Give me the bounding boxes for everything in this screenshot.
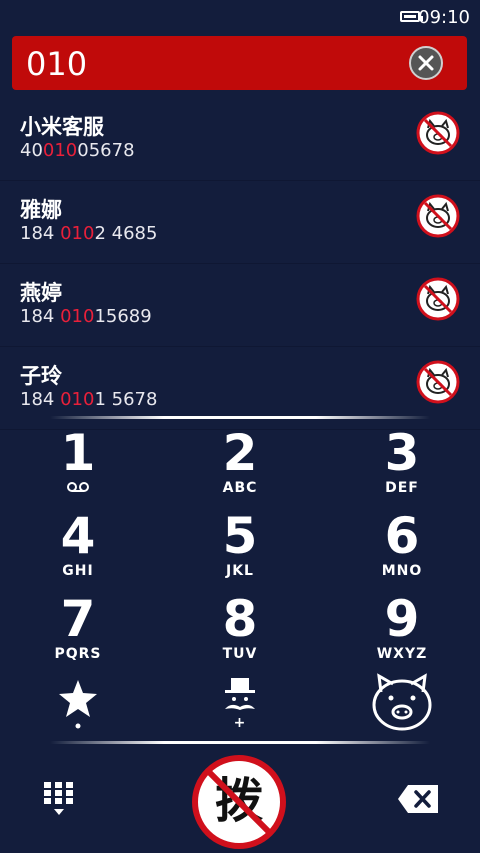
contact-number: 184 01015689: [20, 306, 152, 327]
key-4[interactable]: 4 GHI: [18, 508, 138, 588]
key-0[interactable]: +: [180, 676, 300, 756]
key-3[interactable]: 3 DEF: [342, 425, 462, 505]
prohibited-slash: [205, 768, 273, 836]
keypad-divider-bottom: [50, 741, 430, 744]
key-pound[interactable]: [342, 670, 462, 750]
key-digit: 9: [384, 590, 420, 648]
key-9[interactable]: 9 WXYZ: [342, 591, 462, 671]
dialpad-toggle-icon[interactable]: [44, 782, 74, 816]
key-letters: MNO: [381, 563, 423, 579]
key-digit: 5: [222, 507, 258, 565]
call-contact-icon[interactable]: [416, 360, 460, 404]
contact-name: 子玲: [20, 364, 62, 388]
key-1[interactable]: 1: [18, 425, 138, 505]
key-digit: 2: [222, 424, 258, 482]
key-5[interactable]: 5 JKL: [180, 508, 300, 588]
key-digit: 1: [60, 424, 96, 482]
key-letters: JKL: [226, 563, 254, 579]
key-letters: +: [233, 715, 247, 731]
keypad-divider-top: [50, 416, 430, 419]
call-contact-icon[interactable]: [416, 277, 460, 321]
battery-icon: [400, 11, 423, 22]
key-digit: 4: [60, 507, 96, 565]
contact-number: 4001005678: [20, 140, 135, 161]
key-7[interactable]: 7 PQRS: [18, 591, 138, 671]
key-letters: ABC: [222, 480, 258, 496]
key-digit: 8: [222, 590, 258, 648]
key-digit: 3: [384, 424, 420, 482]
contact-number: 184 0101 5678: [20, 389, 158, 410]
key-letters: TUV: [222, 646, 258, 662]
backspace-icon[interactable]: [398, 785, 438, 813]
dialed-number-bar[interactable]: 010: [12, 36, 467, 90]
star-icon: [59, 680, 97, 729]
key-2[interactable]: 2 ABC: [180, 425, 300, 505]
status-time: 09:10: [418, 7, 470, 28]
key-8[interactable]: 8 TUV: [180, 591, 300, 671]
contact-name: 小米客服: [20, 115, 104, 139]
key-digit: 7: [60, 590, 96, 648]
clear-button[interactable]: [409, 46, 443, 80]
contact-number: 184 0102 4685: [20, 223, 158, 244]
contact-row[interactable]: 小米客服 4001005678: [0, 98, 480, 181]
key-letters: PQRS: [54, 646, 102, 662]
call-contact-icon[interactable]: [416, 194, 460, 238]
status-bar: 09:10: [0, 0, 480, 34]
key-star[interactable]: [18, 676, 138, 756]
contact-row[interactable]: 雅娜 184 0102 4685: [0, 181, 480, 264]
close-icon: [418, 55, 434, 71]
contact-row[interactable]: 燕婷 184 01015689: [0, 264, 480, 347]
dialed-number-input[interactable]: 010: [26, 36, 87, 90]
voicemail-icon: [67, 482, 89, 492]
contact-name: 雅娜: [20, 198, 62, 222]
key-digit: 6: [384, 507, 420, 565]
contact-name: 燕婷: [20, 281, 62, 305]
key-letters: WXYZ: [376, 646, 428, 662]
call-button[interactable]: 拨: [190, 753, 288, 851]
key-letters: DEF: [385, 480, 419, 496]
pig-icon: [372, 673, 432, 731]
mustache-hat-icon: [225, 678, 255, 710]
call-contact-icon[interactable]: [416, 111, 460, 155]
key-6[interactable]: 6 MNO: [342, 508, 462, 588]
contact-results-list: 小米客服 4001005678 雅娜 184 0102 4685 燕婷 184 …: [0, 98, 480, 430]
key-letters: GHI: [62, 563, 94, 579]
bottom-action-bar: 拨: [0, 745, 480, 853]
